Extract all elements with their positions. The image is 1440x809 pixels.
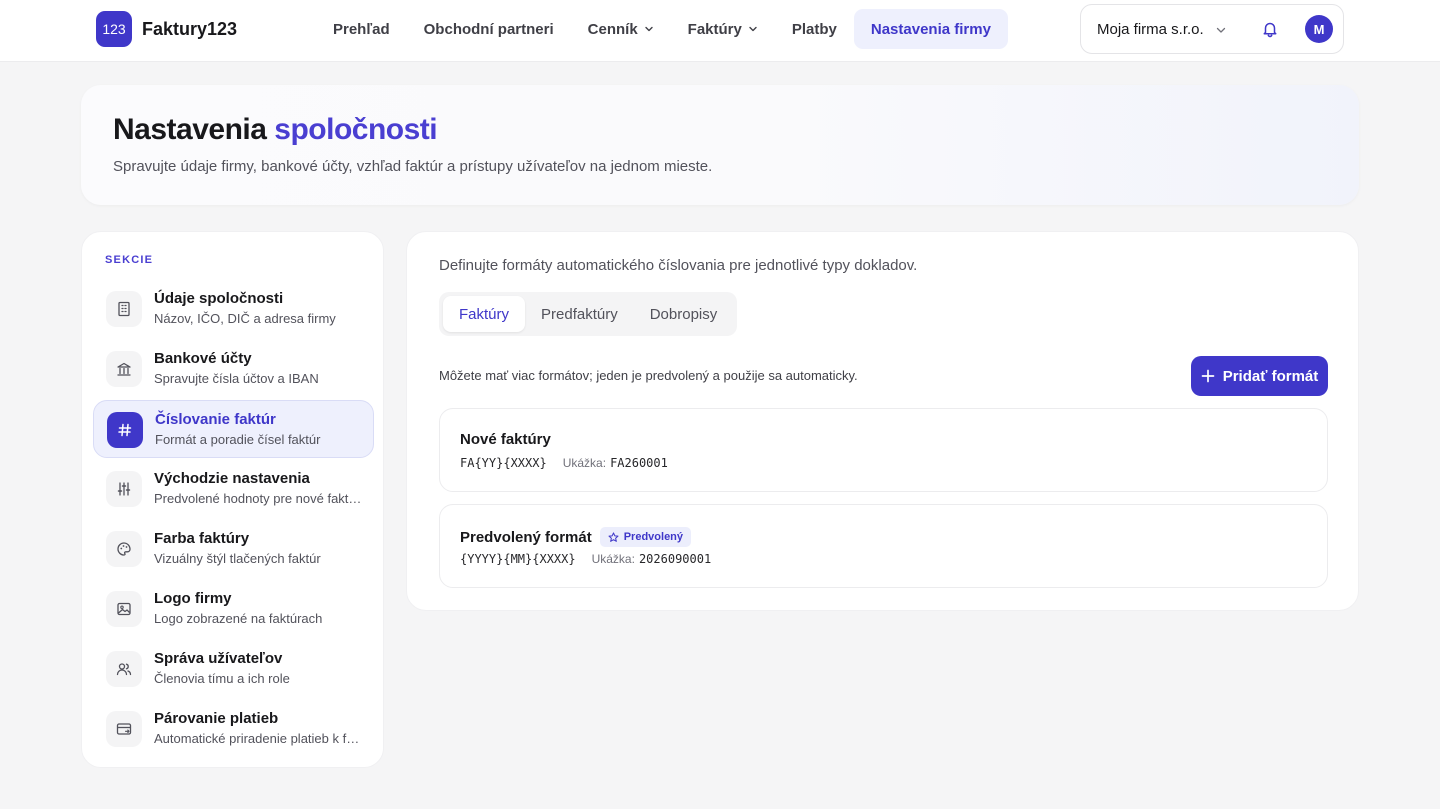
- nav-label: Platby: [791, 20, 837, 38]
- sliders-icon: [106, 471, 142, 507]
- sidebar-item-sprava-uzivatelov[interactable]: Správa užívateľov Členovia tímu a ich ro…: [93, 640, 374, 698]
- page-title: Nastavenia spoločnosti: [113, 113, 438, 147]
- nav-item-cennik[interactable]: Cenník: [571, 9, 671, 49]
- sidebar-item-title: Východzie nastavenia: [154, 470, 310, 487]
- building-icon: [106, 291, 142, 327]
- hash-icon: [107, 412, 143, 448]
- palette-icon: [106, 531, 142, 567]
- sidebar-item-desc: Predvolené hodnoty pre nové faktúry: [154, 491, 364, 506]
- format-example: FA260001: [610, 456, 668, 470]
- invoice-numbering-panel: Definujte formáty automatického číslovan…: [406, 231, 1359, 611]
- sidebar-item-title: Farba faktúry: [154, 530, 250, 547]
- nav-label: Prehľad: [333, 20, 390, 38]
- sidebar-item-desc: Formát a poradie čísel faktúr: [155, 432, 321, 447]
- tab-faktury[interactable]: Faktúry: [443, 296, 526, 332]
- tab-predfaktury[interactable]: Predfaktúry: [525, 296, 634, 332]
- format-meta: {YYYY}{MM}{XXXX} Ukážka: 2026090001: [460, 552, 711, 566]
- settings-sidebar: SEKCIE Údaje spoločnosti Názov, IČO, DIČ…: [81, 231, 384, 768]
- example-label: Ukážka:: [591, 552, 635, 566]
- image-icon: [106, 591, 142, 627]
- sidebar-item-desc: Logo zobrazené na faktúrach: [154, 611, 323, 626]
- chevron-down-icon: [644, 26, 653, 32]
- format-card-default[interactable]: Predvolený formát Predvolený {YYYY}{MM}{…: [439, 504, 1328, 588]
- account-switcher: Moja firma s.r.o. M: [1080, 4, 1344, 54]
- add-format-button[interactable]: Pridať formát: [1191, 356, 1328, 396]
- sidebar-item-title: Logo firmy: [154, 590, 232, 607]
- sidebar-item-udaje-spolocnosti[interactable]: Údaje spoločnosti Názov, IČO, DIČ a adre…: [93, 280, 374, 338]
- format-card[interactable]: Nové faktúry FA{YY}{XXXX} Ukážka: FA2600…: [439, 408, 1328, 492]
- main-nav: Prehľad Obchodní partneri Cenník Faktúry…: [316, 9, 1008, 49]
- default-badge-label: Predvolený: [623, 531, 684, 543]
- sidebar-item-desc: Vizuálny štýl tlačených faktúr: [154, 551, 321, 566]
- format-name: Nové faktúry: [460, 431, 551, 448]
- users-icon: [106, 651, 142, 687]
- nav-label: Faktúry: [687, 20, 742, 38]
- page-header: Nastavenia spoločnosti Spravujte údaje f…: [81, 85, 1359, 205]
- company-selector[interactable]: Moja firma s.r.o.: [1097, 21, 1204, 38]
- nav-label: Nastavenia firmy: [870, 20, 991, 38]
- page-title-main: Nastavenia: [113, 113, 267, 146]
- format-name-text: Nové faktúry: [460, 431, 551, 448]
- nav-item-faktury[interactable]: Faktúry: [671, 9, 775, 49]
- bank-icon: [106, 351, 142, 387]
- sidebar-item-farba-faktury[interactable]: Farba faktúry Vizuálny štýl tlačených fa…: [93, 520, 374, 578]
- sidebar-item-desc: Spravujte čísla účtov a IBAN: [154, 371, 319, 386]
- format-pattern: {YYYY}{MM}{XXXX}: [460, 552, 576, 566]
- brand-name: Faktury123: [142, 18, 238, 39]
- panel-intro: Definujte formáty automatického číslovan…: [439, 257, 918, 274]
- nav-label: Obchodní partneri: [423, 20, 554, 38]
- sidebar-item-title: Párovanie platieb: [154, 710, 279, 727]
- avatar[interactable]: M: [1305, 15, 1333, 43]
- star-icon: [608, 531, 619, 542]
- format-name: Predvolený formát Predvolený: [460, 527, 692, 547]
- sidebar-item-parovanie-platieb[interactable]: Párovanie platieb Automatické priradenie…: [93, 700, 374, 758]
- nav-item-platby[interactable]: Platby: [775, 9, 854, 49]
- sidebar-item-title: Bankové účty: [154, 350, 252, 367]
- sidebar-item-title: Správa užívateľov: [154, 650, 283, 667]
- sidebar-item-desc: Automatické priradenie platieb k faktúra…: [154, 731, 364, 746]
- sidebar-heading: SEKCIE: [105, 254, 154, 266]
- format-name-text: Predvolený formát: [460, 528, 592, 546]
- sidebar-item-desc: Členovia tímu a ich role: [154, 671, 290, 686]
- chevron-down-icon[interactable]: [1215, 24, 1227, 36]
- add-format-label: Pridať formát: [1222, 367, 1319, 385]
- nav-label: Cenník: [587, 20, 638, 38]
- tab-dobropisy[interactable]: Dobropisy: [634, 296, 734, 332]
- sidebar-item-bankove-ucty[interactable]: Bankové účty Spravujte čísla účtov a IBA…: [93, 340, 374, 398]
- nav-item-prehlad[interactable]: Prehľad: [316, 9, 407, 49]
- page-title-accent: spoločnosti: [274, 113, 438, 146]
- format-meta: FA{YY}{XXXX} Ukážka: FA260001: [460, 456, 668, 470]
- default-badge: Predvolený: [599, 527, 692, 547]
- format-example: 2026090001: [638, 552, 712, 566]
- plus-icon: [1201, 369, 1215, 383]
- document-type-tabs: Faktúry Predfaktúry Dobropisy: [439, 292, 738, 336]
- nav-item-obchodni-partneri[interactable]: Obchodní partneri: [407, 9, 571, 49]
- sidebar-item-title: Údaje spoločnosti: [154, 290, 284, 307]
- format-pattern: FA{YY}{XXXX}: [460, 456, 547, 470]
- chevron-down-icon: [749, 26, 757, 32]
- sidebar-item-desc: Názov, IČO, DIČ a adresa firmy: [154, 311, 336, 326]
- payment-card-icon: [106, 711, 142, 747]
- bell-icon[interactable]: [1261, 20, 1279, 38]
- page-subtitle: Spravujte údaje firmy, bankové účty, vzh…: [113, 158, 713, 175]
- sidebar-item-title: Číslovanie faktúr: [155, 411, 276, 428]
- brand[interactable]: 123 Faktury123: [96, 11, 237, 47]
- nav-item-nastavenia-firmy[interactable]: Nastavenia firmy: [853, 9, 1008, 49]
- sidebar-item-vychodzie-nastavenia[interactable]: Východzie nastavenia Predvolené hodnoty …: [93, 460, 374, 518]
- sidebar-item-cislovanie-faktur[interactable]: Číslovanie faktúr Formát a poradie čísel…: [93, 400, 374, 458]
- example-label: Ukážka:: [562, 456, 607, 470]
- brand-logo: 123: [96, 11, 132, 47]
- formats-hint: Môžete mať viac formátov; jeden je predv…: [439, 368, 858, 383]
- top-navbar: 123 Faktury123 Prehľad Obchodní partneri…: [0, 0, 1440, 62]
- sidebar-item-logo-firmy[interactable]: Logo firmy Logo zobrazené na faktúrach: [93, 580, 374, 638]
